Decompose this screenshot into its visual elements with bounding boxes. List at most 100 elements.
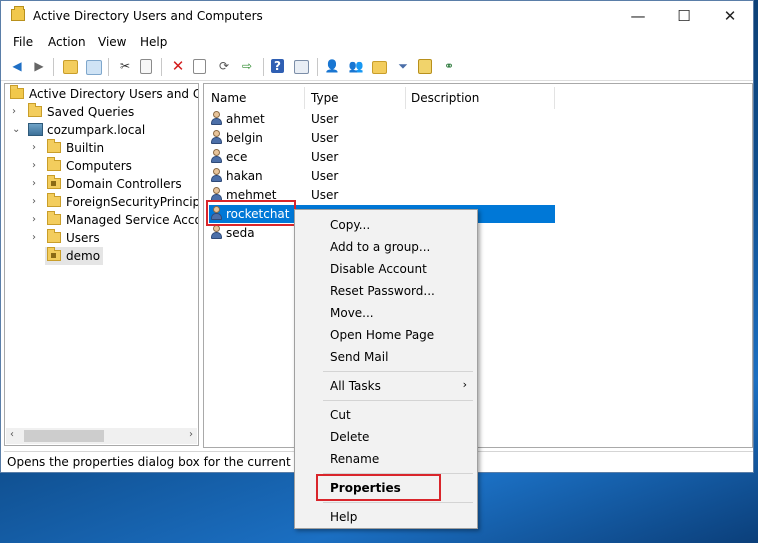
row-name: ahmet xyxy=(226,112,265,126)
folder-icon xyxy=(47,193,61,207)
new-user-icon[interactable]: 👤 xyxy=(324,58,340,74)
row-type: User xyxy=(311,112,339,126)
menu-view[interactable]: View xyxy=(98,35,126,49)
tree-item-label: Computers xyxy=(66,159,132,173)
new-ou-icon[interactable] xyxy=(372,61,387,74)
tree-item-computers[interactable]: Computers xyxy=(47,157,132,175)
expand-chevron-icon[interactable]: › xyxy=(12,106,16,117)
tree-item-label: Domain Controllers xyxy=(66,177,182,191)
expand-chevron-icon[interactable]: › xyxy=(32,178,36,189)
ou-folder-icon xyxy=(47,175,61,189)
table-row[interactable]: ece User xyxy=(210,148,550,167)
expand-chevron-icon[interactable]: › xyxy=(32,142,36,153)
copy-icon[interactable] xyxy=(140,59,152,74)
column-header-type[interactable]: Type xyxy=(311,89,339,107)
collapse-chevron-icon[interactable]: ⌄ xyxy=(12,124,20,135)
user-icon xyxy=(210,186,223,201)
tree-item-builtin[interactable]: Builtin xyxy=(47,139,104,157)
tree-item-managed-service-accounts[interactable]: Managed Service Accounts xyxy=(47,211,198,229)
toolbar: ◀ ▶ ✂ ✕ ⟳ ⇨ ? 👤 👥 ⏷ ⚭ xyxy=(1,54,753,81)
menu-item-rename[interactable]: Rename xyxy=(330,449,379,469)
menu-item-all-tasks[interactable]: All Tasks xyxy=(330,376,381,396)
menu-separator xyxy=(323,502,473,503)
folder-icon xyxy=(47,229,61,243)
expand-chevron-icon[interactable]: › xyxy=(32,232,36,243)
menu-item-send-mail[interactable]: Send Mail xyxy=(330,347,388,367)
table-row[interactable]: hakan User xyxy=(210,167,550,186)
menu-action[interactable]: Action xyxy=(48,35,86,49)
tree-item-saved-queries[interactable]: Saved Queries xyxy=(28,103,134,121)
menu-item-cut[interactable]: Cut xyxy=(330,405,351,425)
menu-item-delete[interactable]: Delete xyxy=(330,427,369,447)
tree-root[interactable]: Active Directory Users and Com xyxy=(10,85,198,103)
folder-icon xyxy=(28,103,42,117)
tree-item-label: cozumpark.local xyxy=(47,123,146,137)
expand-chevron-icon[interactable]: › xyxy=(32,160,36,171)
tree-item-label: ForeignSecurityPrincipals xyxy=(66,195,198,209)
folder-icon xyxy=(47,139,61,153)
scroll-left-icon[interactable]: ‹ xyxy=(10,429,14,440)
highlight-box-rocketchat xyxy=(206,200,296,226)
menu-item-add-to-group[interactable]: Add to a group... xyxy=(330,237,430,257)
menu-file[interactable]: File xyxy=(13,35,33,49)
menu-item-help[interactable]: Help xyxy=(330,507,357,527)
expand-chevron-icon[interactable]: › xyxy=(32,214,36,225)
expand-chevron-icon[interactable]: › xyxy=(32,196,36,207)
scroll-right-icon[interactable]: › xyxy=(189,429,193,440)
row-type: User xyxy=(311,188,339,202)
folder-icon xyxy=(47,211,61,225)
menu-item-copy[interactable]: Copy... xyxy=(330,215,370,235)
minimize-button[interactable]: — xyxy=(615,1,661,31)
tree-root-label: Active Directory Users and Com xyxy=(29,87,198,101)
domain-icon xyxy=(28,123,43,136)
scrollbar-thumb[interactable] xyxy=(24,430,104,442)
tree-item-demo[interactable]: demo xyxy=(45,247,104,265)
title-bar: Active Directory Users and Computers — ☐… xyxy=(1,1,753,31)
row-name: belgin xyxy=(226,131,263,145)
maximize-button[interactable]: ☐ xyxy=(661,1,707,31)
tree-item-label: Builtin xyxy=(66,141,105,155)
menu-item-reset-password[interactable]: Reset Password... xyxy=(330,281,435,301)
refresh-icon[interactable]: ⟳ xyxy=(216,58,232,74)
menu-separator xyxy=(323,400,473,401)
menu-item-open-home-page[interactable]: Open Home Page xyxy=(330,325,434,345)
submenu-arrow-icon: › xyxy=(462,378,467,391)
find-icon[interactable] xyxy=(418,59,432,74)
table-row[interactable]: ahmet User xyxy=(210,110,550,129)
up-folder-icon[interactable] xyxy=(63,60,78,74)
delete-icon[interactable]: ✕ xyxy=(170,58,186,74)
menu-item-move[interactable]: Move... xyxy=(330,303,374,323)
column-header-name[interactable]: Name xyxy=(211,89,246,107)
table-row[interactable]: belgin User xyxy=(210,129,550,148)
tree-item-domain[interactable]: cozumpark.local xyxy=(28,121,145,139)
new-group-icon[interactable]: 👥 xyxy=(348,58,364,74)
forward-arrow-icon[interactable]: ▶ xyxy=(31,58,47,74)
menu-item-disable-account[interactable]: Disable Account xyxy=(330,259,427,279)
console-tree-icon[interactable] xyxy=(86,60,102,75)
cut-icon[interactable]: ✂ xyxy=(117,58,133,74)
properties-icon[interactable] xyxy=(193,59,206,74)
help-icon[interactable]: ? xyxy=(271,59,284,73)
show-panel-icon[interactable] xyxy=(294,60,309,74)
highlight-box-properties xyxy=(316,474,441,501)
user-icon xyxy=(210,224,223,239)
window-title: Active Directory Users and Computers xyxy=(33,9,263,23)
close-button[interactable]: ✕ xyxy=(707,1,753,31)
tree-item-foreign-security-principals[interactable]: ForeignSecurityPrincipals xyxy=(47,193,198,211)
row-type: User xyxy=(311,150,339,164)
menu-help[interactable]: Help xyxy=(140,35,167,49)
back-arrow-icon[interactable]: ◀ xyxy=(9,58,25,74)
column-header-description[interactable]: Description xyxy=(411,89,479,107)
tree-item-domain-controllers[interactable]: Domain Controllers xyxy=(47,175,182,193)
tree-item-label: Users xyxy=(66,231,100,245)
add-to-group-icon[interactable]: ⚭ xyxy=(441,58,457,74)
tree-item-users[interactable]: Users xyxy=(47,229,100,247)
export-list-icon[interactable]: ⇨ xyxy=(239,58,255,74)
row-name: seda xyxy=(226,226,255,240)
aduc-root-icon xyxy=(10,85,24,99)
ou-folder-icon xyxy=(47,247,61,261)
filter-icon[interactable]: ⏷ xyxy=(395,58,411,74)
menu-bar: File Action View Help xyxy=(1,32,753,52)
tree-horizontal-scrollbar[interactable]: ‹ › xyxy=(6,428,197,444)
aduc-app-icon xyxy=(11,6,25,21)
